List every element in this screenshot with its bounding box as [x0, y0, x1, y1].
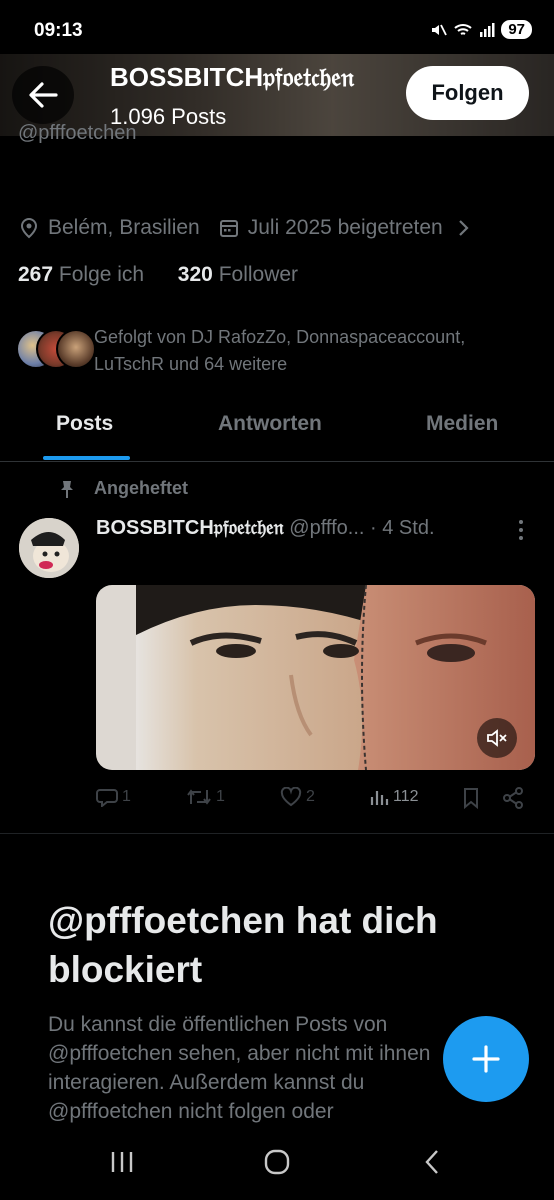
followers-count: 320	[177, 263, 213, 286]
profile-location: Belém, Brasilien	[48, 216, 200, 239]
repost-count: 1	[216, 788, 225, 805]
chevron-right-icon[interactable]	[457, 218, 471, 238]
following-count: 267	[18, 263, 54, 286]
followed-by-avatars[interactable]	[16, 329, 96, 369]
signal-icon	[480, 22, 495, 37]
header-post-count: 1.096 Posts	[110, 104, 227, 129]
status-icons: 97	[429, 20, 532, 39]
like-count: 2	[306, 788, 315, 805]
battery-icon: 97	[501, 20, 532, 39]
post-author-name[interactable]: BOSSBITCH𝔭𝔣𝔬𝔢𝔱𝔠𝔥𝔢𝔫	[96, 517, 284, 539]
pinned-text: Angeheftet	[94, 478, 188, 498]
pinned-label: Angeheftet	[58, 478, 188, 499]
video-thumbnail	[96, 585, 535, 770]
tab-posts[interactable]: Posts	[56, 412, 113, 436]
reply-icon	[96, 789, 118, 807]
compose-button[interactable]	[443, 1016, 529, 1102]
post-video[interactable]	[96, 585, 535, 770]
pin-icon	[61, 480, 73, 498]
wifi-icon	[454, 23, 472, 35]
back-nav-button[interactable]	[412, 1146, 452, 1178]
follow-button[interactable]: Folgen	[406, 66, 529, 120]
bookmark-button[interactable]	[462, 787, 480, 809]
views-chart-icon	[370, 791, 389, 805]
share-button[interactable]	[502, 787, 524, 809]
home-icon	[264, 1149, 290, 1175]
profile-meta: Belém, Brasilien Juli 2025 beigetreten	[18, 216, 479, 240]
followers-label: Follower	[218, 263, 299, 286]
home-button[interactable]	[257, 1146, 297, 1178]
mute-video-button[interactable]	[477, 718, 517, 758]
bookmark-icon	[464, 788, 478, 809]
reply-button[interactable]: 1	[96, 787, 131, 807]
heart-icon	[280, 787, 302, 807]
reply-count: 1	[122, 788, 131, 805]
avatar	[56, 329, 96, 369]
chevron-left-icon	[425, 1150, 438, 1174]
arrow-left-icon	[29, 82, 58, 108]
mute-icon	[432, 24, 448, 35]
tab-media[interactable]: Medien	[426, 412, 498, 436]
profile-joined: Juli 2025 beigetreten	[247, 216, 443, 239]
repost-button[interactable]: 1	[186, 787, 225, 807]
calendar-icon	[219, 220, 238, 237]
plus-icon	[472, 1045, 500, 1073]
blocked-description: Du kannst die öffentlichen Posts von @pf…	[48, 1013, 431, 1123]
following-link[interactable]: 267 Folge ich	[18, 263, 144, 286]
post-header: BOSSBITCH𝔭𝔣𝔬𝔢𝔱𝔠𝔥𝔢𝔫 @pfffo... · 4 Std.	[96, 517, 506, 540]
like-button[interactable]: 2	[280, 787, 315, 807]
recent-apps-button[interactable]	[102, 1146, 142, 1178]
repost-icon	[187, 789, 211, 805]
divider	[0, 461, 554, 462]
followers-link[interactable]: 320 Follower	[178, 263, 298, 286]
speaker-muted-icon	[487, 729, 507, 747]
post-author-avatar[interactable]	[19, 518, 79, 578]
location-icon	[20, 217, 38, 239]
following-label: Folge ich	[58, 263, 145, 286]
tab-replies[interactable]: Antworten	[218, 412, 322, 436]
profile-stats: 267 Folge ich 320 Follower	[18, 263, 298, 287]
more-options-icon[interactable]	[516, 518, 526, 548]
tab-indicator	[43, 456, 130, 460]
header-display-name: BOSSBITCH𝔭𝔣𝔬𝔢𝔱𝔠𝔥𝔢𝔫	[110, 62, 355, 92]
avatar-dog-picture	[19, 518, 79, 578]
recent-apps-icon	[111, 1152, 133, 1172]
back-button[interactable]	[12, 66, 74, 124]
post-author-handle[interactable]: @pfffo...	[289, 517, 364, 539]
share-icon	[503, 787, 523, 809]
post-actions: 1 1 2 112	[96, 787, 536, 813]
status-time: 09:13	[34, 20, 83, 41]
views-button[interactable]: 112	[369, 787, 419, 807]
post-time: · 4 Std.	[370, 517, 435, 539]
divider	[0, 833, 554, 834]
views-count: 112	[393, 788, 419, 805]
followed-by-text[interactable]: Gefolgt von DJ RafozZo, Donnaspaceaccoun…	[94, 324, 534, 378]
blocked-title: @pfffoetchen hat dich blockiert	[48, 900, 438, 990]
